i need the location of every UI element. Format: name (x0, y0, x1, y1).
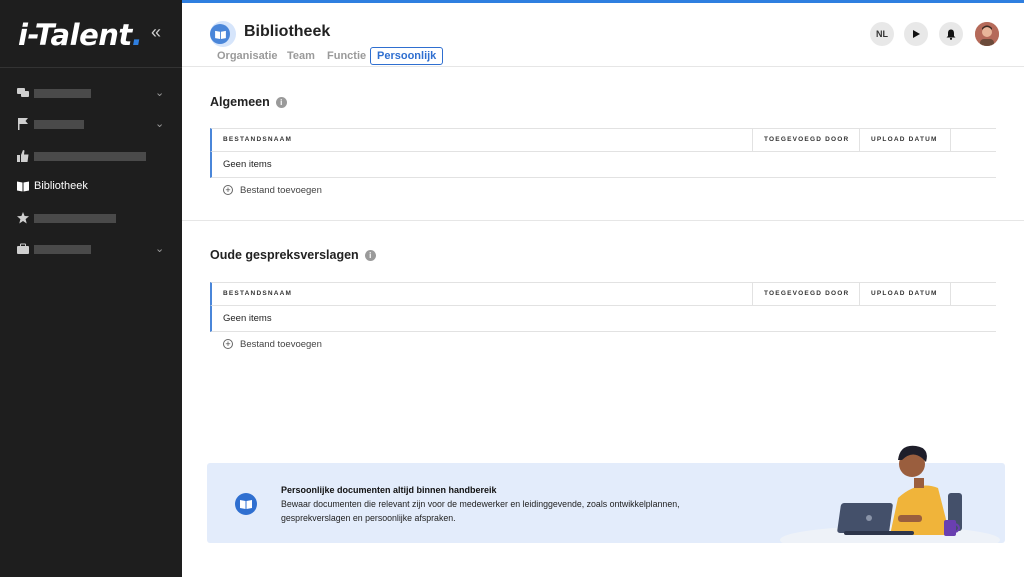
redacted-label (34, 88, 91, 98)
book-icon (17, 181, 29, 192)
redacted-label (34, 119, 84, 129)
sidebar-item-6[interactable]: ⌄ (0, 236, 182, 262)
chevron-down-icon: ⌄ (155, 243, 165, 255)
collapse-sidebar-button[interactable]: « (151, 22, 161, 43)
add-file-label: Bestand toevoegen (240, 339, 322, 350)
banner-title: Persoonlijke documenten altijd binnen ha… (281, 485, 497, 495)
page-icon (210, 21, 236, 47)
tab-team[interactable]: Team (287, 50, 315, 62)
play-icon (913, 30, 920, 38)
column-header-upload-datum[interactable]: UPLOAD DATUM (871, 136, 938, 143)
add-file-label: Bestand toevoegen (240, 185, 322, 196)
book-icon (214, 30, 226, 39)
person-with-laptop-illustration (780, 445, 1000, 543)
info-icon[interactable]: i (275, 97, 287, 108)
briefcase-icon (17, 243, 29, 254)
sidebar-item-5[interactable] (0, 205, 182, 231)
book-icon (235, 493, 257, 515)
info-icon[interactable]: i (364, 250, 376, 261)
empty-state-text: Geen items (223, 159, 272, 170)
tab-functie[interactable]: Functie (327, 50, 366, 62)
user-avatar[interactable] (975, 22, 999, 46)
column-divider (859, 129, 860, 152)
column-divider (859, 283, 860, 306)
redacted-label (34, 244, 91, 254)
redacted-label (34, 213, 116, 223)
files-table-oude-gespreksverslagen: BESTANDSNAAM TOEGEVOEGD DOOR UPLOAD DATU… (210, 282, 996, 358)
thumbs-up-icon (17, 150, 29, 162)
table-header: BESTANDSNAAM TOEGEVOEGD DOOR UPLOAD DATU… (210, 128, 996, 152)
column-divider (752, 129, 753, 152)
section-title-oude-gespreksverslagen: Oude gespreksverslagen i (210, 248, 376, 262)
language-button[interactable]: NL (870, 22, 894, 46)
column-header-bestandsnaam[interactable]: BESTANDSNAAM (223, 136, 292, 143)
column-divider (752, 283, 753, 306)
table-row: Geen items (210, 306, 996, 332)
page-title: Bibliotheek (244, 23, 331, 40)
column-header-toegevoegd-door[interactable]: TOEGEVOEGD DOOR (764, 136, 849, 143)
plus-circle-icon: + (223, 185, 233, 195)
column-header-toegevoegd-door[interactable]: TOEGEVOEGD DOOR (764, 290, 849, 297)
empty-state-text: Geen items (223, 313, 272, 324)
tab-organisatie[interactable]: Organisatie (217, 50, 278, 62)
notifications-button[interactable] (939, 22, 963, 46)
table-row: Geen items (210, 152, 996, 178)
chat-icon (17, 88, 29, 97)
sidebar-divider (0, 67, 182, 68)
add-file-button[interactable]: + Bestand toevoegen (210, 178, 996, 204)
sidebar: i-Talent. « ⌄ ⌄ Bibliotheek ⌄ (0, 0, 182, 577)
table-header: BESTANDSNAAM TOEGEVOEGD DOOR UPLOAD DATU… (210, 282, 996, 306)
sidebar-item-1[interactable]: ⌄ (0, 80, 182, 106)
column-header-bestandsnaam[interactable]: BESTANDSNAAM (223, 290, 292, 297)
sidebar-item-2[interactable]: ⌄ (0, 111, 182, 137)
bell-icon (946, 29, 956, 40)
files-table-algemeen: BESTANDSNAAM TOEGEVOEGD DOOR UPLOAD DATU… (210, 128, 996, 204)
chevron-down-icon: ⌄ (155, 87, 165, 99)
column-divider (950, 283, 951, 306)
add-file-button[interactable]: + Bestand toevoegen (210, 332, 996, 358)
sidebar-item-bibliotheek[interactable]: Bibliotheek (0, 173, 182, 199)
flag-icon (18, 118, 28, 130)
redacted-label (34, 151, 146, 161)
section-divider (182, 220, 1024, 221)
app-logo[interactable]: i-Talent. (18, 18, 143, 52)
play-button[interactable] (904, 22, 928, 46)
chevron-down-icon: ⌄ (155, 118, 165, 130)
sidebar-item-label: Bibliotheek (34, 180, 88, 192)
avatar-image (975, 22, 999, 46)
plus-circle-icon: + (223, 339, 233, 349)
column-header-upload-datum[interactable]: UPLOAD DATUM (871, 290, 938, 297)
sidebar-item-3[interactable] (0, 143, 182, 169)
section-title-algemeen: Algemeen i (210, 95, 287, 109)
tab-persoonlijk[interactable]: Persoonlijk (370, 47, 444, 65)
page-header: Bibliotheek Organisatie Team Functie Per… (182, 3, 1024, 67)
star-icon (17, 212, 29, 224)
banner-text: Bewaar documenten die relevant zijn voor… (281, 499, 680, 523)
column-divider (950, 129, 951, 152)
